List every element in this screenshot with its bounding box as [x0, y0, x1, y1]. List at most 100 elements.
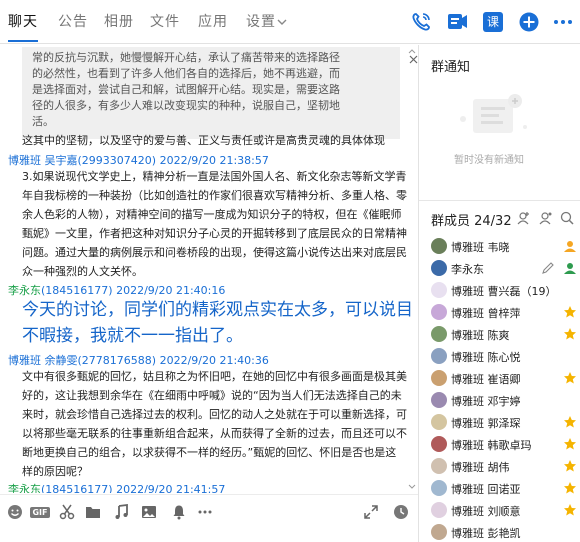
message-sender-qq[interactable]: (184516177) — [41, 284, 113, 297]
member-name: 博雅班 胡伟 — [451, 461, 510, 474]
member-name: 博雅班 邓宇婷 — [451, 395, 521, 408]
member-name: 博雅班 回诺亚 — [451, 483, 521, 496]
phone-icon[interactable] — [406, 7, 436, 37]
message-text-line: 问题。通过大量的病例展示和问卷桥段的出现，使得这篇小说传达出来对底层民 — [22, 246, 407, 259]
notice-title: 群通知 — [431, 60, 471, 75]
owner-icon — [563, 238, 577, 252]
member-item[interactable]: 博雅班 韩歌卓玛 — [431, 433, 577, 455]
avatar — [431, 436, 447, 452]
member-item[interactable]: 博雅班 韦晓 — [431, 235, 577, 257]
message-text-line: 今天的讨论，同学们的精彩观点实在太多，可以说目 — [22, 300, 413, 320]
add-icon[interactable] — [514, 7, 544, 37]
message-text-line: 样的原因呢？ — [22, 465, 88, 478]
tab-announcement[interactable]: 公告 — [58, 11, 88, 31]
member-name: 博雅班 韦晓 — [451, 241, 510, 254]
chat-scrollbar[interactable] — [407, 45, 417, 493]
emoji-icon[interactable] — [6, 503, 24, 521]
message-sender[interactable]: 博雅班 余静雯 — [8, 354, 78, 367]
member-count-title: 群成员 24/32 — [431, 214, 512, 229]
avatar — [431, 348, 447, 364]
member-item[interactable]: 博雅班 曾梓萍 — [431, 301, 577, 323]
star-icon — [563, 370, 577, 384]
message-text-line: 好的，这让我想到余华在《在细雨中呼喊》说的“因为当人们无法选择自己的未 — [22, 389, 402, 402]
member-name: 博雅班 崔语卿 — [451, 373, 521, 386]
star-icon — [563, 480, 577, 494]
member-item[interactable]: 博雅班 陈心悦 — [431, 345, 577, 367]
message-time: 2022/9/20 21:40:36 — [159, 354, 269, 367]
edit-icon[interactable] — [541, 260, 555, 274]
classroom-label: 课 — [483, 12, 503, 32]
video-icon[interactable] — [442, 7, 472, 37]
quote-line: 的必然性，也看到了许多人他们各自的选择后，她不再逃避，而 — [32, 67, 340, 80]
member-item[interactable]: 博雅班 彭艳凯 — [431, 521, 577, 542]
star-icon — [563, 304, 577, 318]
member-name: 博雅班 彭艳凯 — [451, 527, 521, 540]
quote-line: 常的反抗与沉默，她慢慢解开心结，承认了痛苦带来的选择路径 — [32, 51, 340, 64]
message-text-line: 断地更换自己的组合，以求获得不一样的经历。”甄妮的回忆、怀旧是否也是这 — [22, 446, 397, 459]
tab-files[interactable]: 文件 — [150, 11, 180, 31]
bell-icon[interactable] — [170, 503, 188, 521]
quote-line: 径的人很多，有多少人难以改变现实的种种，说服自己，坚韧地 — [32, 99, 340, 112]
message-meta: 博雅班 余静雯(2778176588) 2022/9/20 21:40:36 — [8, 352, 269, 368]
scissors-icon[interactable] — [58, 503, 76, 521]
member-name: 博雅班 韩歌卓玛 — [451, 439, 532, 452]
member-name: 李永东 — [451, 263, 484, 276]
tab-apps[interactable]: 应用 — [198, 11, 228, 31]
member-item[interactable]: 博雅班 胡伟 — [431, 455, 577, 477]
message-text-line: 余人色彩的人物），对精神空间的描写一度成为知识分子的特权，但在《催眠师 — [22, 208, 402, 221]
gif-label: GIF — [30, 506, 50, 518]
quote-line: 是选择面对，尝试自己和解，试图解开心结。现实是，需要这路 — [32, 83, 340, 96]
folder-icon[interactable] — [84, 503, 102, 521]
section-divider — [419, 200, 580, 201]
message-meta: 博雅班 吴宇嘉(2993307420) 2022/9/20 21:38:57 — [8, 152, 269, 168]
add-member-icon[interactable] — [517, 210, 531, 229]
message-sender[interactable]: 李永东 — [8, 483, 41, 493]
member-item[interactable]: 博雅班 崔语卿 — [431, 367, 577, 389]
member-item[interactable]: 博雅班 邓宇婷 — [431, 389, 577, 411]
avatar — [431, 414, 447, 430]
image-icon[interactable] — [140, 503, 158, 521]
message-meta: 李永东(184516177) 2022/9/20 21:40:16 — [8, 282, 225, 298]
more-icon[interactable] — [196, 503, 214, 521]
message-text-line: 3.如果说现代文学史上，精神分析一直是法国外国人名、新文化杂志等新文学青 — [22, 170, 407, 183]
message-sender-qq[interactable]: (2778176588) — [78, 354, 157, 367]
message-sender[interactable]: 李永东 — [8, 284, 41, 297]
chevron-down-icon[interactable] — [276, 13, 288, 32]
gif-icon[interactable]: GIF — [30, 503, 50, 521]
qq-group-chat-window: 聊天 公告 相册 文件 应用 设置 课 常的反抗与沉默，她慢慢解开心结，承认了痛… — [0, 0, 580, 542]
more-icon[interactable] — [548, 7, 578, 37]
member-name: 博雅班 曾梓萍 — [451, 307, 521, 320]
member-item[interactable]: 李永东 — [431, 257, 577, 279]
member-item[interactable]: 博雅班 回诺亚 — [431, 477, 577, 499]
classroom-icon[interactable]: 课 — [478, 7, 508, 37]
message-text-line: 以将那些毫无联系的往事重新组合起来，从而获得了全新的过去，而且还可以不 — [22, 427, 407, 440]
message-sender-qq[interactable]: (2993307420) — [78, 154, 157, 167]
history-icon[interactable] — [392, 503, 410, 521]
member-item[interactable]: 博雅班 陈爽 — [431, 323, 577, 345]
tab-settings[interactable]: 设置 — [246, 11, 276, 31]
star-icon — [563, 436, 577, 450]
avatar — [431, 282, 447, 298]
tab-album[interactable]: 相册 — [104, 11, 134, 31]
avatar — [431, 260, 447, 276]
active-tab-underline — [8, 40, 38, 42]
avatar — [431, 304, 447, 320]
member-name: 博雅班 陈心悦 — [451, 351, 521, 364]
tab-chat[interactable]: 聊天 — [8, 11, 38, 31]
close-icon[interactable] — [409, 49, 418, 68]
member-item[interactable]: 博雅班 郭泽琛 — [431, 411, 577, 433]
member-item[interactable]: 博雅班 曹兴磊（19） — [431, 279, 577, 301]
member-manage-icon[interactable] — [539, 210, 553, 229]
quote-line: 活。 — [32, 115, 54, 128]
avatar — [431, 502, 447, 518]
chat-message-area[interactable]: 常的反抗与沉默，她慢慢解开心结，承认了痛苦带来的选择路径 的必然性，也看到了许多… — [0, 45, 418, 493]
member-item[interactable]: 博雅班 刘顺意 — [431, 499, 577, 521]
search-icon[interactable] — [560, 210, 574, 229]
expand-icon[interactable] — [362, 503, 380, 521]
empty-notice-text: 暂时没有新通知 — [454, 155, 524, 166]
star-icon — [563, 414, 577, 428]
message-text-line: 来时，就会珍惜自己选择过去的权利。回忆的动人之处就在于可以重新选择，可 — [22, 408, 407, 421]
music-icon[interactable] — [112, 503, 130, 521]
message-sender[interactable]: 博雅班 吴宇嘉 — [8, 154, 78, 167]
message-sender-qq[interactable]: (184516177) — [41, 483, 113, 493]
